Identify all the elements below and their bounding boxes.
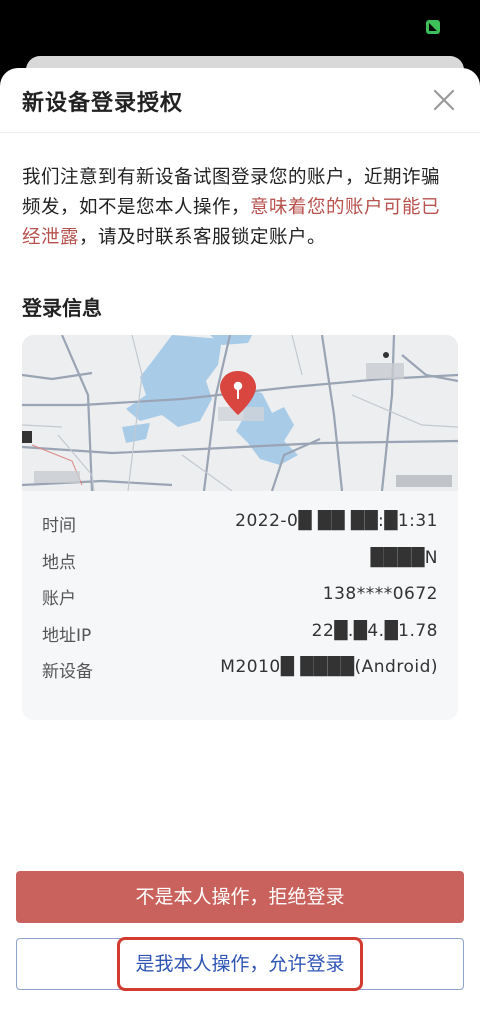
- info-value: M2010█ ████(Android): [220, 657, 438, 677]
- security-notice: 我们注意到有新设备试图登录您的账户，近期诈骗频发，如不是您本人操作，意味着您的账…: [22, 163, 452, 253]
- close-button[interactable]: [430, 86, 458, 114]
- dialog-title: 新设备登录授权: [22, 91, 184, 116]
- info-row-location: 地点 ████N: [22, 540, 458, 577]
- location-map[interactable]: [22, 335, 458, 492]
- info-label: 地点: [42, 552, 76, 573]
- info-row-time: 时间 2022-0█ ██ ██:█1:31: [22, 503, 458, 540]
- info-label: 账户: [42, 589, 76, 609]
- status-bar: [0, 0, 480, 56]
- map-graphic: [22, 335, 458, 492]
- info-row-ip: 地址IP 22█.█4.█1.78: [22, 613, 458, 650]
- map-blurred-label-4: [396, 475, 452, 487]
- close-icon: [433, 89, 455, 111]
- login-info-card: 时间 2022-0█ ██ ██:█1:31 地点 ████N 账户 138**…: [22, 335, 458, 720]
- info-label: 时间: [42, 516, 76, 536]
- login-info-title: 登录信息: [22, 296, 102, 320]
- map-poi-marker: [22, 431, 32, 443]
- info-row-device: 新设备 M2010█ ████(Android): [22, 649, 458, 686]
- info-row-account: 账户 138****0672: [22, 576, 458, 613]
- map-blurred-label-2: [34, 471, 80, 483]
- map-poi-dot: [383, 352, 389, 358]
- info-label: 新设备: [42, 662, 93, 682]
- info-value: ████N: [370, 547, 438, 568]
- info-value: 2022-0█ ██ ██:█1:31: [235, 511, 438, 531]
- dialog-header: 新设备登录授权: [0, 68, 480, 133]
- reject-login-button[interactable]: 不是本人操作，拒绝登录: [16, 871, 464, 923]
- login-info-rows: 时间 2022-0█ ██ ██:█1:31 地点 ████N 账户 138**…: [22, 503, 458, 686]
- map-blurred-label-3: [366, 363, 404, 379]
- app-status-icon: [426, 20, 440, 34]
- info-value: 138****0672: [322, 584, 438, 604]
- login-authorization-dialog: 新设备登录授权 我们注意到有新设备试图登录您的账户，近期诈骗频发，如不是您本人操…: [0, 68, 480, 1030]
- info-value: 22█.█4.█1.78: [311, 620, 438, 641]
- info-label: 地址IP: [42, 625, 92, 646]
- notice-text-end: ，请及时联系客服锁定账户。: [79, 227, 327, 248]
- allow-login-button[interactable]: 是我本人操作，允许登录: [16, 938, 464, 990]
